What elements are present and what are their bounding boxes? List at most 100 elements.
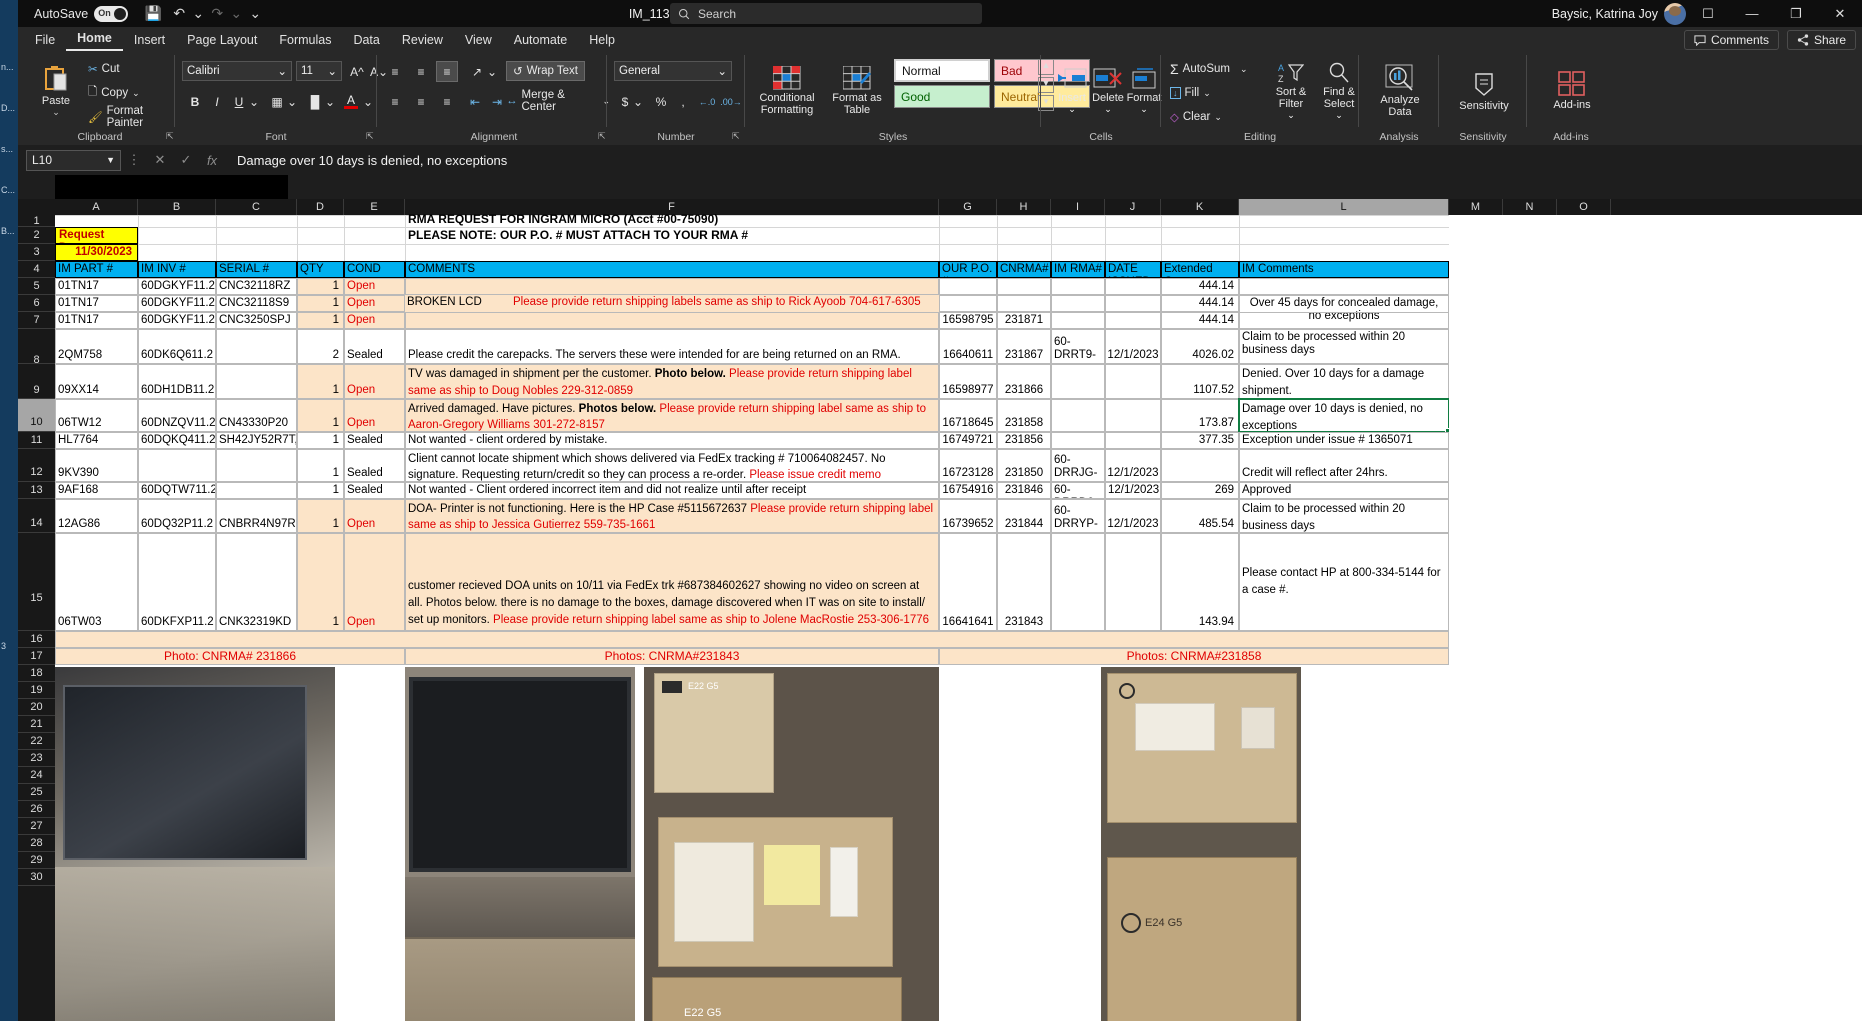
cell-J7[interactable] xyxy=(1105,312,1161,329)
cell-style-good[interactable]: Good xyxy=(894,85,990,108)
cell-I12[interactable]: 60-DRRJG- xyxy=(1051,449,1105,482)
cell-J12[interactable]: 12/1/2023 xyxy=(1105,449,1161,482)
number-dialog-launcher-icon[interactable]: ⇱ xyxy=(732,131,740,142)
wrap-text-button[interactable]: ↺ Wrap Text xyxy=(506,61,585,81)
font-size-dropdown-icon[interactable]: ⌄ xyxy=(327,64,337,78)
cell-E12[interactable]: Sealed xyxy=(344,449,405,482)
row-header-8[interactable]: 8 xyxy=(18,329,55,366)
cell-I9[interactable] xyxy=(1051,364,1105,399)
column-header-M[interactable]: M xyxy=(1449,199,1503,215)
cell-I10[interactable] xyxy=(1051,399,1105,432)
cell-E10[interactable]: Open xyxy=(344,399,405,432)
cell-D5[interactable]: 1 xyxy=(297,278,344,295)
cell-K7[interactable]: 444.14 xyxy=(1161,312,1239,329)
cell-I7[interactable] xyxy=(1051,312,1105,329)
customize-quick-access-icon[interactable]: ⌄ xyxy=(242,3,268,25)
photo-hp-boxes-center[interactable]: E22 G5 E22 G5 xyxy=(644,667,939,1021)
cell-H5[interactable] xyxy=(997,278,1051,295)
font-name-dropdown-icon[interactable]: ⌄ xyxy=(277,64,287,78)
cell-G8[interactable]: 16640611 xyxy=(939,329,997,364)
cell-K12[interactable] xyxy=(1161,449,1239,482)
cell-C15[interactable]: CNK32319KD xyxy=(216,533,297,631)
align-middle-icon[interactable]: ≡ xyxy=(410,61,432,82)
cell-F1-title[interactable]: RMA REQUEST FOR INGRAM MICRO (Acct #00-7… xyxy=(406,212,939,226)
column-header-A[interactable]: A xyxy=(55,199,138,215)
sort-filter-dropdown-icon[interactable]: ⌄ xyxy=(1287,110,1295,121)
row-header-26[interactable]: 26 xyxy=(18,801,55,818)
tab-help[interactable]: Help xyxy=(578,31,626,51)
cell-E11[interactable]: Sealed xyxy=(344,432,405,449)
header-im-inv[interactable]: IM INV # xyxy=(138,261,216,278)
cell-A2-request-date-label[interactable]: Request Date: xyxy=(55,227,138,244)
cell-B14[interactable]: 60DQ32P11.2 xyxy=(138,499,216,533)
underline-icon[interactable]: U xyxy=(228,91,250,112)
cell-H9[interactable]: 231866 xyxy=(997,364,1051,399)
close-icon[interactable]: ✕ xyxy=(1818,0,1862,27)
column-header-G[interactable]: G xyxy=(939,199,997,215)
cell-F14[interactable]: DOA- Printer is not functioning. Here is… xyxy=(405,499,939,533)
cell-K14[interactable]: 485.54 xyxy=(1161,499,1239,533)
cell-F6[interactable]: BROKEN LCD Please provide return shippin… xyxy=(405,295,939,312)
cell-G11[interactable]: 16749721 xyxy=(939,432,997,449)
align-top-icon[interactable]: ≡ xyxy=(384,61,406,82)
autosum-button[interactable]: Σ AutoSum ⌄ xyxy=(1170,59,1248,79)
clear-button[interactable]: ◇ Clear ⌄ xyxy=(1170,107,1222,127)
redo-dropdown-icon[interactable]: ⌄ xyxy=(230,3,242,25)
borders-icon[interactable]: ▦ xyxy=(266,91,288,112)
cell-H7[interactable]: 231871 xyxy=(997,312,1051,329)
cell-L10-selected[interactable]: Damage over 10 days is denied, no except… xyxy=(1238,398,1450,433)
header-comments[interactable]: COMMENTS xyxy=(405,261,939,278)
cell-G14[interactable]: 16739652 xyxy=(939,499,997,533)
cell-H13[interactable]: 231846 xyxy=(997,482,1051,499)
row-header-28[interactable]: 28 xyxy=(18,835,55,852)
column-header-C[interactable]: C xyxy=(216,199,297,215)
undo-dropdown-icon[interactable]: ⌄ xyxy=(192,3,204,25)
cell-E8[interactable]: Sealed xyxy=(344,329,405,364)
cell-H11[interactable]: 231856 xyxy=(997,432,1051,449)
cell-L5[interactable] xyxy=(1239,278,1449,295)
cell-style-normal[interactable]: Normal xyxy=(894,59,990,82)
tab-automate[interactable]: Automate xyxy=(503,31,579,51)
tab-page-layout[interactable]: Page Layout xyxy=(176,31,268,51)
paste-dropdown-icon[interactable]: ⌄ xyxy=(52,107,60,118)
cell-C8[interactable] xyxy=(216,329,297,364)
photo-packaged-tv[interactable] xyxy=(55,667,335,1021)
sensitivity-button[interactable]: Sensitivity xyxy=(1456,59,1512,123)
restore-icon[interactable]: ❐ xyxy=(1774,0,1818,27)
save-icon[interactable]: 💾 xyxy=(140,3,166,25)
accounting-dropdown-icon[interactable]: ⌄ xyxy=(632,91,644,112)
cell-B9[interactable]: 60DH1DB11.2 xyxy=(138,364,216,399)
conditional-formatting-button[interactable]: Conditional Formatting xyxy=(752,57,822,125)
cell-C9[interactable] xyxy=(216,364,297,399)
clipboard-dialog-launcher-icon[interactable]: ⇱ xyxy=(166,131,174,142)
cell-D6[interactable]: 1 xyxy=(297,295,344,312)
cell-C6[interactable]: CNC32118S9 xyxy=(216,295,297,312)
cell-H10[interactable]: 231858 xyxy=(997,399,1051,432)
cell-C11[interactable]: SH42JY52R7T, xyxy=(216,432,297,449)
row-header-9[interactable]: 9 xyxy=(18,364,55,399)
cell-J5[interactable] xyxy=(1105,278,1161,295)
cell-H8[interactable]: 231867 xyxy=(997,329,1051,364)
cell-E13[interactable]: Sealed xyxy=(344,482,405,499)
cell-H15[interactable]: 231843 xyxy=(997,533,1051,631)
cell-D9[interactable]: 1 xyxy=(297,364,344,399)
header-qty[interactable]: QTY xyxy=(297,261,344,278)
header-im-comments[interactable]: IM Comments xyxy=(1239,261,1449,278)
name-box[interactable]: L10 ▼ xyxy=(26,149,121,171)
autosum-dropdown-icon[interactable]: ⌄ xyxy=(1240,64,1248,75)
align-right-icon[interactable]: ≡ xyxy=(436,91,458,112)
cell-A15[interactable]: 06TW03 xyxy=(55,533,138,631)
cell-G9[interactable]: 16598977 xyxy=(939,364,997,399)
format-painter-button[interactable]: 🖌 Format Painter xyxy=(88,105,166,129)
addins-button[interactable]: Add-ins xyxy=(1544,59,1600,123)
cut-button[interactable]: ✂ Cut xyxy=(88,59,120,79)
cell-G13[interactable]: 16754916 xyxy=(939,482,997,499)
name-box-dropdown-icon[interactable]: ▼ xyxy=(106,155,115,165)
column-header-K[interactable]: K xyxy=(1161,199,1239,215)
cell-K13[interactable]: 269 xyxy=(1161,482,1239,499)
insert-cells-dropdown-icon[interactable]: ⌄ xyxy=(1068,104,1076,115)
cell-K10[interactable]: 173.87 xyxy=(1161,399,1239,432)
cell-C5[interactable]: CNC32118RZ xyxy=(216,278,297,295)
cell-B7[interactable]: 60DGKYF11.2 xyxy=(138,312,216,329)
search-box[interactable]: Search xyxy=(670,3,982,24)
